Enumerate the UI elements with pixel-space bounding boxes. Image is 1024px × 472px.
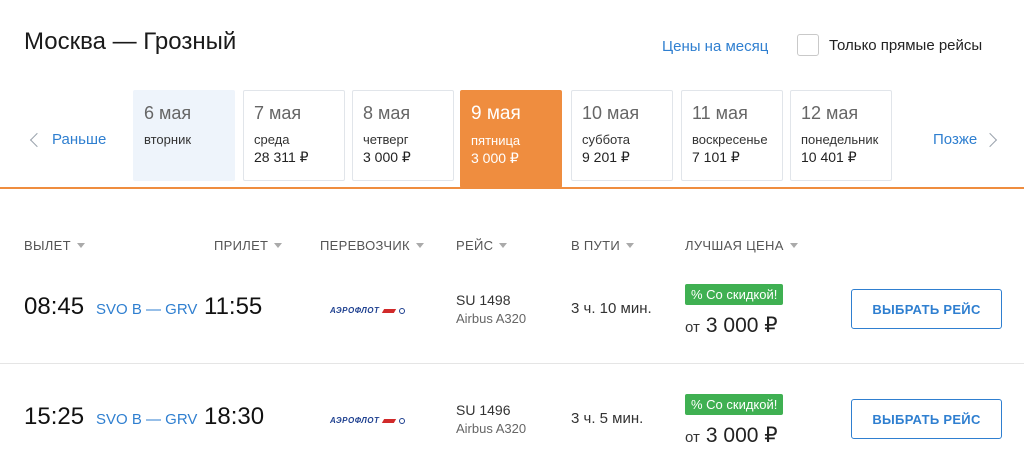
carrier-name: АЭРОФЛОТ	[330, 416, 380, 425]
direct-flights-label: Только прямые рейсы	[829, 36, 983, 54]
date-cell-price: 7 101 ₽	[692, 149, 740, 165]
date-cell-weekday: пятница	[471, 133, 521, 148]
date-cell-weekday: четверг	[363, 132, 409, 147]
sort-caret-icon	[274, 243, 283, 248]
earlier-dates-button[interactable]: Раньше	[28, 131, 106, 148]
route-airports: SVO B — GRV	[96, 411, 198, 428]
date-cell-weekday: вторник	[144, 132, 192, 147]
sort-departure[interactable]: ВЫЛЕТ	[24, 238, 85, 253]
flight-row: 15:25 SVO B — GRV 18:30 АЭРОФЛОТ SU 1496…	[0, 366, 1024, 466]
date-cell-date: 8 мая	[363, 103, 411, 123]
date-cell-price: 10 401 ₽	[801, 149, 857, 165]
date-cell-price: 3 000 ₽	[363, 149, 411, 165]
date-cell-weekday: воскресенье	[692, 132, 768, 147]
aircraft-type: Airbus A320	[456, 311, 527, 326]
sort-caret-icon	[76, 243, 85, 248]
price: от 3 000 ₽	[685, 423, 778, 448]
flight-number: SU 1496	[456, 402, 511, 418]
header-departure-label: ВЫЛЕТ	[24, 238, 71, 253]
carrier-wing-icon	[382, 308, 397, 313]
flight-duration: 3 ч. 10 мин.	[571, 300, 652, 317]
carrier-logo: АЭРОФЛОТ	[330, 416, 406, 425]
earlier-label: Раньше	[52, 131, 107, 148]
date-cell-price: 9 201 ₽	[582, 149, 630, 165]
arrival-time: 18:30	[204, 403, 265, 430]
direct-flights-checkbox[interactable]	[797, 34, 819, 56]
departure-time: 08:45	[24, 293, 85, 320]
later-dates-button[interactable]: Позже	[933, 131, 998, 148]
flight-row: 08:45 SVO B — GRV 11:55 АЭРОФЛОТ SU 1498…	[0, 256, 1024, 356]
header-best-price-label: ЛУЧШАЯ ЦЕНА	[685, 238, 784, 253]
sort-caret-icon	[625, 243, 634, 248]
date-strip-divider	[0, 187, 1024, 189]
date-cell-date: 9 мая	[471, 103, 521, 124]
carrier-emblem-icon	[399, 307, 406, 314]
page-title: Москва — Грозный	[24, 28, 237, 55]
discount-badge: % Со скидкой!	[685, 394, 784, 415]
date-cell-8-may[interactable]: 8 мая четверг 3 000 ₽	[352, 90, 454, 181]
sort-best-price[interactable]: ЛУЧШАЯ ЦЕНА	[685, 238, 798, 253]
carrier-emblem-icon	[399, 417, 406, 424]
price-value: 3 000 ₽	[705, 424, 778, 447]
sort-carrier[interactable]: ПЕРЕВОЗЧИК	[320, 238, 424, 253]
date-cell-weekday: среда	[254, 132, 290, 147]
aircraft-type: Airbus A320	[456, 421, 527, 436]
date-cell-10-may[interactable]: 10 мая суббота 9 201 ₽	[571, 90, 673, 181]
date-cell-price: 28 311 ₽	[254, 149, 309, 165]
date-cell-date: 10 мая	[582, 103, 640, 123]
carrier-logo: АЭРОФЛОТ	[330, 306, 406, 315]
price-prefix: от	[685, 319, 700, 336]
date-cell-9-may-selected[interactable]: 9 мая пятница 3 000 ₽	[460, 90, 562, 188]
flight-number: SU 1498	[456, 292, 511, 308]
sort-caret-icon	[415, 243, 424, 248]
carrier-name: АЭРОФЛОТ	[330, 306, 380, 315]
discount-badge: % Со скидкой!	[685, 284, 784, 305]
date-cell-date: 7 мая	[254, 103, 302, 123]
price-value: 3 000 ₽	[705, 314, 778, 337]
sort-duration[interactable]: В ПУТИ	[571, 238, 634, 253]
date-cell-weekday: суббота	[582, 132, 631, 147]
header-arrival-label: ПРИЛЕТ	[214, 238, 269, 253]
chevron-left-icon	[29, 132, 45, 147]
departure-time: 15:25	[24, 403, 85, 430]
carrier-wing-icon	[382, 418, 397, 423]
sort-caret-icon	[789, 243, 798, 248]
price: от 3 000 ₽	[685, 313, 778, 338]
header-duration-label: В ПУТИ	[571, 238, 620, 253]
date-cell-price: 3 000 ₽	[471, 150, 519, 166]
sort-arrival[interactable]: ПРИЛЕТ	[214, 238, 283, 253]
date-cell-11-may[interactable]: 11 мая воскресенье 7 101 ₽	[681, 90, 783, 181]
month-prices-link[interactable]: Цены на месяц	[662, 38, 768, 55]
select-flight-button[interactable]: ВЫБРАТЬ РЕЙС	[851, 399, 1002, 439]
later-label: Позже	[933, 131, 978, 148]
sort-caret-icon	[499, 243, 508, 248]
sort-flight[interactable]: РЕЙС	[456, 238, 508, 253]
date-cell-12-may[interactable]: 12 мая понедельник 10 401 ₽	[790, 90, 892, 181]
chevron-right-icon	[983, 132, 998, 147]
route-airports: SVO B — GRV	[96, 301, 198, 318]
flight-duration: 3 ч. 5 мин.	[571, 410, 644, 427]
date-cell-weekday: понедельник	[801, 132, 879, 147]
arrival-time: 11:55	[204, 293, 263, 320]
select-flight-button[interactable]: ВЫБРАТЬ РЕЙС	[851, 289, 1002, 329]
date-cell-date: 6 мая	[144, 103, 192, 123]
price-prefix: от	[685, 429, 700, 446]
date-cell-date: 11 мая	[692, 103, 748, 123]
date-cell-6-may: 6 мая вторник	[133, 90, 235, 181]
date-cell-7-may[interactable]: 7 мая среда 28 311 ₽	[243, 90, 345, 181]
row-divider	[0, 363, 1024, 364]
header-carrier-label: ПЕРЕВОЗЧИК	[320, 238, 410, 253]
header-flight-label: РЕЙС	[456, 238, 494, 253]
date-cell-date: 12 мая	[801, 103, 859, 123]
direct-flights-filter[interactable]: Только прямые рейсы	[797, 34, 982, 56]
